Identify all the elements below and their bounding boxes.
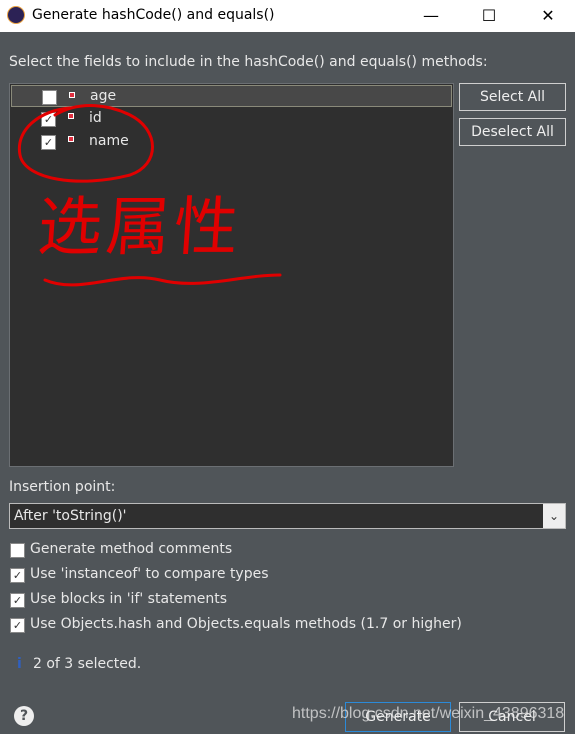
close-button[interactable]: ✕	[533, 4, 563, 28]
checkbox[interactable]: ✓	[10, 593, 25, 608]
window-title: Generate hashCode() and equals()	[32, 7, 275, 23]
help-icon[interactable]: ?	[14, 706, 34, 726]
insertion-point-value: After 'toString()'	[14, 508, 127, 524]
checkbox[interactable]: ✓	[10, 568, 25, 583]
option-label: Use 'instanceof' to compare types	[30, 566, 269, 582]
select-all-button[interactable]: Select All	[459, 83, 566, 111]
info-icon: i	[17, 656, 22, 672]
option-label: Generate method comments	[30, 541, 233, 557]
title-bar: Generate hashCode() and equals() — ☐ ✕	[0, 0, 575, 32]
option-label: Use Objects.hash and Objects.equals meth…	[30, 616, 462, 632]
minimize-button[interactable]: —	[416, 4, 446, 28]
handwritten-annotation: 选属性	[35, 191, 245, 265]
checkbox[interactable]: ✓	[10, 618, 25, 633]
status-text: 2 of 3 selected.	[33, 656, 142, 672]
eclipse-icon	[8, 7, 24, 23]
insertion-point-label: Insertion point:	[9, 479, 116, 495]
instruction-label: Select the fields to include in the hash…	[9, 54, 488, 70]
checkbox[interactable]	[10, 543, 25, 558]
insertion-point-select[interactable]: After 'toString()' ⌄	[9, 503, 566, 529]
deselect-all-button[interactable]: Deselect All	[459, 118, 566, 146]
watermark: https://blog.csdn.net/weixin_43896318	[292, 705, 565, 722]
maximize-button[interactable]: ☐	[474, 4, 504, 28]
chevron-down-icon[interactable]: ⌄	[543, 504, 565, 528]
option-label: Use blocks in 'if' statements	[30, 591, 228, 607]
